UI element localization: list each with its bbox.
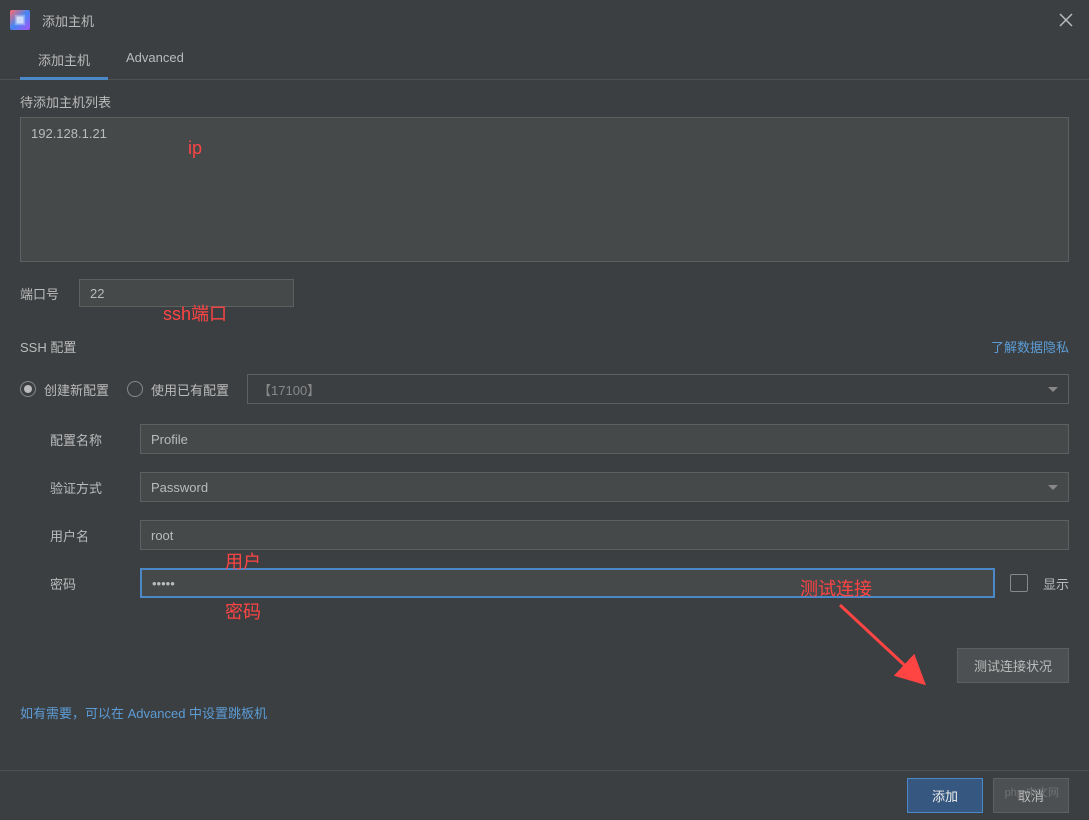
radio-icon	[20, 381, 36, 397]
tab-advanced[interactable]: Advanced	[108, 40, 202, 79]
radio-existing-label: 使用已有配置	[151, 380, 229, 399]
show-password-checkbox[interactable]	[1010, 574, 1028, 592]
ssh-config-label: SSH 配置	[20, 337, 76, 356]
host-list-input[interactable]	[20, 117, 1069, 262]
auth-type-label: 验证方式	[50, 478, 140, 497]
auth-type-select[interactable]: Password	[140, 472, 1069, 502]
close-icon[interactable]	[1058, 12, 1074, 31]
test-connection-button[interactable]: 测试连接状况	[957, 648, 1069, 683]
show-password-label: 显示	[1043, 574, 1069, 593]
username-input[interactable]	[140, 520, 1069, 550]
password-label: 密码	[50, 574, 140, 593]
watermark: php 中文网	[1005, 784, 1059, 800]
username-label: 用户名	[50, 526, 140, 545]
radio-new-config[interactable]: 创建新配置	[20, 380, 109, 399]
password-input[interactable]	[140, 568, 995, 598]
profile-select[interactable]: 【17100】	[247, 374, 1069, 404]
profile-select-value: 【17100】	[258, 380, 320, 399]
radio-existing-config[interactable]: 使用已有配置	[127, 380, 229, 399]
auth-type-value: Password	[151, 480, 208, 495]
radio-new-label: 创建新配置	[44, 380, 109, 399]
profile-name-input[interactable]	[140, 424, 1069, 454]
tab-add-host[interactable]: 添加主机	[20, 40, 108, 79]
privacy-link[interactable]: 了解数据隐私	[991, 337, 1069, 356]
window-title: 添加主机	[42, 11, 94, 30]
port-input[interactable]	[79, 279, 294, 307]
profile-name-label: 配置名称	[50, 430, 140, 449]
hint-text: 如有需要，可以在 Advanced 中设置跳板机	[20, 703, 1069, 722]
radio-icon	[127, 381, 143, 397]
chevron-down-icon	[1048, 485, 1058, 490]
host-list-label: 待添加主机列表	[20, 92, 1069, 111]
port-label: 端口号	[20, 284, 59, 303]
add-button[interactable]: 添加	[907, 778, 983, 813]
chevron-down-icon	[1048, 387, 1058, 392]
app-icon	[10, 10, 30, 30]
